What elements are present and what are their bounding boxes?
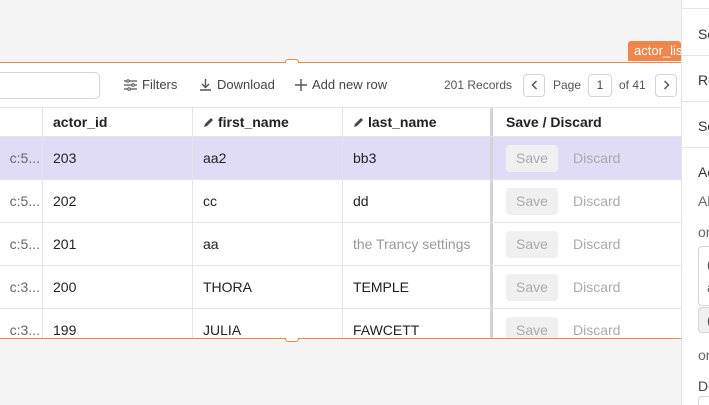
cell-prefix: c:3... bbox=[0, 309, 43, 338]
save-button[interactable]: Save bbox=[506, 273, 558, 301]
panel-item: or bbox=[698, 347, 709, 363]
discard-button[interactable]: Discard bbox=[573, 236, 620, 252]
header-cell-prefix bbox=[0, 108, 43, 136]
divider bbox=[682, 147, 709, 148]
cell-first-name[interactable]: aa bbox=[193, 223, 343, 265]
table-row[interactable]: c:5... 203 aa2 bb3 Save Discard bbox=[0, 137, 681, 180]
panel-input[interactable] bbox=[698, 396, 709, 405]
next-page-button[interactable] bbox=[655, 74, 677, 97]
filters-button[interactable]: Filters bbox=[124, 77, 177, 92]
header-actor-id[interactable]: actor_id bbox=[43, 108, 193, 136]
cell-last-name[interactable]: dd bbox=[343, 180, 493, 222]
cell-last-name[interactable]: FAWCETT bbox=[343, 309, 493, 338]
cell-actions: Save Discard bbox=[496, 137, 681, 179]
table-row[interactable]: c:5... 202 cc dd Save Discard bbox=[0, 180, 681, 223]
save-button[interactable]: Save bbox=[506, 316, 558, 338]
table-header: actor_id first_name last_name Save / Dis… bbox=[0, 107, 681, 137]
canvas: actor_lis Filters Download Add new row 2… bbox=[0, 0, 681, 405]
cell-actions: Save Discard bbox=[496, 180, 681, 222]
cell-actor-id[interactable]: 202 bbox=[43, 180, 193, 222]
header-first-name[interactable]: first_name bbox=[193, 108, 343, 136]
cell-prefix: c:5... bbox=[0, 223, 43, 265]
filter-icon bbox=[124, 78, 137, 91]
page-number-input[interactable]: 1 bbox=[588, 74, 612, 97]
cell-actions: Save Discard bbox=[496, 223, 681, 265]
save-button[interactable]: Save bbox=[506, 187, 558, 215]
discard-button[interactable]: Discard bbox=[573, 279, 620, 295]
cell-prefix: c:3... bbox=[0, 266, 43, 308]
cell-prefix: c:5... bbox=[0, 137, 43, 179]
panel-item[interactable]: So bbox=[698, 118, 709, 134]
cell-first-name[interactable]: cc bbox=[193, 180, 343, 222]
panel-item: Ac bbox=[698, 164, 709, 180]
cell-actions: Save Discard bbox=[496, 266, 681, 308]
header-label: Save / Discard bbox=[506, 114, 602, 130]
panel-item[interactable]: Se bbox=[698, 26, 709, 42]
add-new-row-button[interactable]: Add new row bbox=[295, 77, 387, 92]
cell-actor-id[interactable]: 201 bbox=[43, 223, 193, 265]
save-button[interactable]: Save bbox=[506, 230, 558, 258]
pencil-icon bbox=[203, 117, 214, 128]
header-save-discard: Save / Discard bbox=[496, 108, 681, 136]
panel-button[interactable]: ( bbox=[698, 307, 709, 333]
widget-frame-bottom bbox=[0, 338, 681, 339]
page-count: of 41 bbox=[619, 78, 646, 92]
discard-button[interactable]: Discard bbox=[573, 150, 620, 166]
cell-first-name[interactable]: JULIA bbox=[193, 309, 343, 338]
download-label: Download bbox=[217, 77, 275, 92]
divider bbox=[682, 8, 709, 9]
panel-item: or bbox=[698, 224, 709, 240]
property-pane: Se Ro So Ac Al or ( a ( or De bbox=[681, 0, 709, 405]
divider bbox=[682, 101, 709, 102]
pencil-icon bbox=[353, 117, 364, 128]
table-row[interactable]: c:3... 199 JULIA FAWCETT Save Discard bbox=[0, 309, 681, 338]
code-editor-box[interactable]: ( a bbox=[698, 246, 709, 306]
cell-actor-id[interactable]: 203 bbox=[43, 137, 193, 179]
overlay-text: the Trancy settings bbox=[353, 236, 471, 252]
download-button[interactable]: Download bbox=[199, 77, 275, 92]
panel-item: Al bbox=[698, 193, 709, 209]
cell-actions: Save Discard bbox=[496, 309, 681, 338]
widget-name-tag[interactable]: actor_lis bbox=[628, 41, 681, 61]
search-input[interactable] bbox=[0, 72, 100, 99]
plus-icon bbox=[295, 78, 307, 91]
panel-item: De bbox=[698, 378, 709, 394]
discard-button[interactable]: Discard bbox=[573, 322, 620, 338]
cell-last-name[interactable]: TEMPLE bbox=[343, 266, 493, 308]
panel-item[interactable]: Ro bbox=[698, 72, 709, 88]
cell-last-name[interactable]: bb3 bbox=[343, 137, 493, 179]
chevron-left-icon bbox=[530, 77, 538, 95]
records-count: 201 Records bbox=[444, 78, 513, 92]
add-row-label: Add new row bbox=[312, 77, 388, 92]
table-toolbar: Filters Download Add new row 201 Records bbox=[0, 63, 681, 108]
table-row[interactable]: c:5... 201 aa the Trancy settings Save D… bbox=[0, 223, 681, 266]
table-widget: Filters Download Add new row 201 Records bbox=[0, 63, 681, 338]
header-label: first_name bbox=[218, 114, 289, 130]
header-label: actor_id bbox=[53, 114, 108, 130]
prev-page-button[interactable] bbox=[523, 74, 545, 97]
cell-prefix: c:5... bbox=[0, 180, 43, 222]
cell-first-name[interactable]: THORA bbox=[193, 266, 343, 308]
header-label: last_name bbox=[368, 114, 437, 130]
cell-last-name[interactable]: the Trancy settings bbox=[343, 223, 493, 265]
table-row[interactable]: c:3... 200 THORA TEMPLE Save Discard bbox=[0, 266, 681, 309]
chevron-right-icon bbox=[663, 77, 670, 95]
cell-actor-id[interactable]: 199 bbox=[43, 309, 193, 338]
cell-first-name[interactable]: aa2 bbox=[193, 137, 343, 179]
cell-actor-id[interactable]: 200 bbox=[43, 266, 193, 308]
header-last-name[interactable]: last_name bbox=[343, 108, 493, 136]
save-button[interactable]: Save bbox=[506, 144, 558, 172]
divider bbox=[682, 55, 709, 56]
discard-button[interactable]: Discard bbox=[573, 193, 620, 209]
download-icon bbox=[199, 78, 212, 91]
page-label: Page bbox=[553, 78, 582, 92]
filters-label: Filters bbox=[142, 77, 178, 92]
